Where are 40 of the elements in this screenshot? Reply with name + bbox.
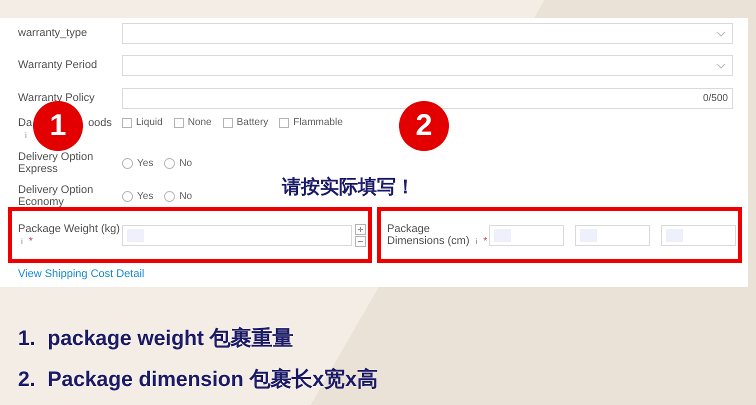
text-field[interactable]: 0/500 bbox=[122, 88, 733, 108]
list-number: 1. bbox=[18, 326, 36, 352]
list-number: 2. bbox=[18, 367, 36, 393]
plus-icon[interactable] bbox=[355, 224, 366, 234]
height-field[interactable] bbox=[661, 224, 736, 246]
chevron-down-icon bbox=[716, 62, 726, 68]
note-text: package weight 包裹重量 bbox=[48, 326, 294, 352]
field-label: Package Weight (kg) bbox=[18, 222, 120, 234]
info-mark: i bbox=[21, 236, 23, 246]
character-counter: 0/500 bbox=[702, 92, 728, 104]
note-text: Package dimension 包裹长x宽x高 bbox=[48, 367, 378, 393]
radio-option[interactable]: No bbox=[164, 190, 192, 202]
checkbox-option[interactable]: None bbox=[174, 117, 212, 128]
radio-option[interactable]: No bbox=[164, 158, 192, 168]
select-field[interactable] bbox=[122, 22, 733, 44]
info-mark: i bbox=[25, 130, 27, 142]
required-mark: * bbox=[483, 236, 488, 246]
notice-text: 请按实际填写！ bbox=[282, 176, 415, 200]
checkbox-option[interactable]: Flammable bbox=[279, 117, 343, 128]
field-label: warranty_type bbox=[18, 27, 88, 39]
field-label: Package Dimensions (cm) bbox=[387, 222, 470, 246]
field-label: Warranty Period bbox=[18, 59, 98, 71]
weight-field[interactable] bbox=[122, 224, 352, 246]
checkbox-option[interactable]: Battery bbox=[222, 117, 268, 128]
checkbox-option[interactable]: Liquid bbox=[122, 117, 163, 128]
chevron-down-icon bbox=[716, 30, 726, 36]
field-label: Da bbox=[18, 117, 32, 129]
radio-option[interactable]: Yes bbox=[122, 158, 154, 168]
field-label: Delivery Option Express bbox=[18, 151, 94, 175]
required-mark: * bbox=[28, 236, 33, 246]
radio-option[interactable]: Yes bbox=[122, 190, 154, 202]
width-field[interactable] bbox=[575, 224, 650, 246]
minus-icon[interactable] bbox=[355, 236, 366, 246]
length-field[interactable] bbox=[489, 224, 564, 246]
field-label: oods bbox=[88, 117, 112, 129]
field-label: Delivery Option Economy bbox=[18, 184, 94, 208]
info-mark: i bbox=[476, 236, 478, 246]
field-label: Warranty Policy bbox=[18, 92, 96, 104]
shipping-cost-link[interactable]: View Shipping Cost Detail bbox=[18, 268, 144, 280]
select-field[interactable] bbox=[122, 54, 733, 76]
